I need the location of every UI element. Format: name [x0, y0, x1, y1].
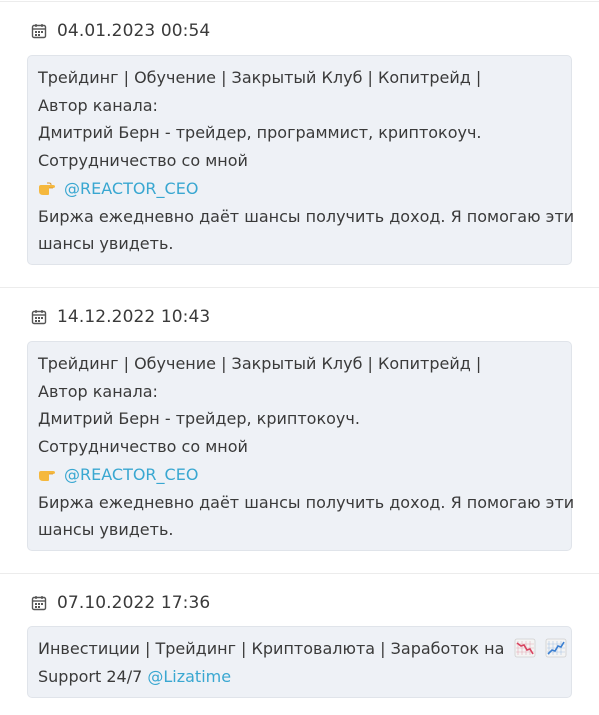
message-link-line: @REACTOR_CEO — [38, 175, 561, 203]
message-line: Автор канала: — [38, 381, 158, 401]
post-message: Трейдинг | Обучение | Закрытый Клуб | Ко… — [27, 55, 575, 265]
post-date: 04.01.2023 00:54 — [57, 21, 211, 41]
calendar-icon — [31, 24, 47, 39]
pointing-hand-icon — [39, 470, 55, 481]
chart-increasing-icon — [545, 638, 567, 658]
channel-owner-link[interactable]: @REACTOR_CEO — [64, 179, 198, 198]
separator — [0, 1, 599, 2]
post-message: Трейдинг | Обучение | Закрытый Клуб | Ко… — [27, 341, 575, 551]
message-text: Support 24/7 — [38, 666, 143, 686]
message-line: Support 24/7 @Lizatime — [38, 663, 561, 691]
channel-owner-link[interactable]: @REACTOR_CEO — [64, 465, 198, 484]
message-line: Дмитрий Берн - трейдер, криптокоуч. — [38, 409, 360, 429]
message-line: Сотрудничество со мной — [38, 437, 248, 457]
message-line: Биржа ежедневно даёт шансы получить дохо… — [38, 492, 575, 512]
message-line: Сотрудничество со мной — [38, 151, 248, 171]
message-line: Трейдинг | Обучение | Закрытый Клуб | Ко… — [38, 354, 482, 373]
post-date: 07.10.2022 17:36 — [57, 593, 211, 613]
message-line: шансы увидеть. — [38, 234, 174, 254]
message-link-line: @REACTOR_CEO — [38, 461, 561, 489]
support-contact-link[interactable]: @Lizatime — [147, 667, 231, 686]
message-line: Дмитрий Берн - трейдер, программист, кри… — [38, 123, 482, 143]
calendar-icon — [31, 310, 47, 325]
post-date: 14.12.2022 10:43 — [57, 307, 211, 327]
post-date-row: 07.10.2022 17:36 — [31, 591, 210, 615]
post-date-row: 04.01.2023 00:54 — [31, 19, 210, 43]
post-date-row: 14.12.2022 10:43 — [31, 305, 210, 329]
separator — [0, 287, 599, 288]
message-line: Инвестиции | Трейдинг | Криптовалюта | З… — [38, 635, 567, 663]
separator — [0, 573, 599, 574]
message-line: Трейдинг | Обучение | Закрытый Клуб | Ко… — [38, 68, 482, 87]
chart-decreasing-icon — [514, 638, 535, 658]
message-line: шансы увидеть. — [38, 520, 174, 540]
pointing-hand-icon — [39, 182, 55, 195]
message-line: Биржа ежедневно даёт шансы получить дохо… — [38, 206, 575, 226]
message-line: Автор канала: — [38, 95, 158, 115]
post-message: Инвестиции | Трейдинг | Криптовалюта | З… — [27, 626, 572, 698]
message-text: Инвестиции | Трейдинг | Криптовалюта | З… — [38, 639, 505, 658]
calendar-icon — [31, 596, 47, 611]
